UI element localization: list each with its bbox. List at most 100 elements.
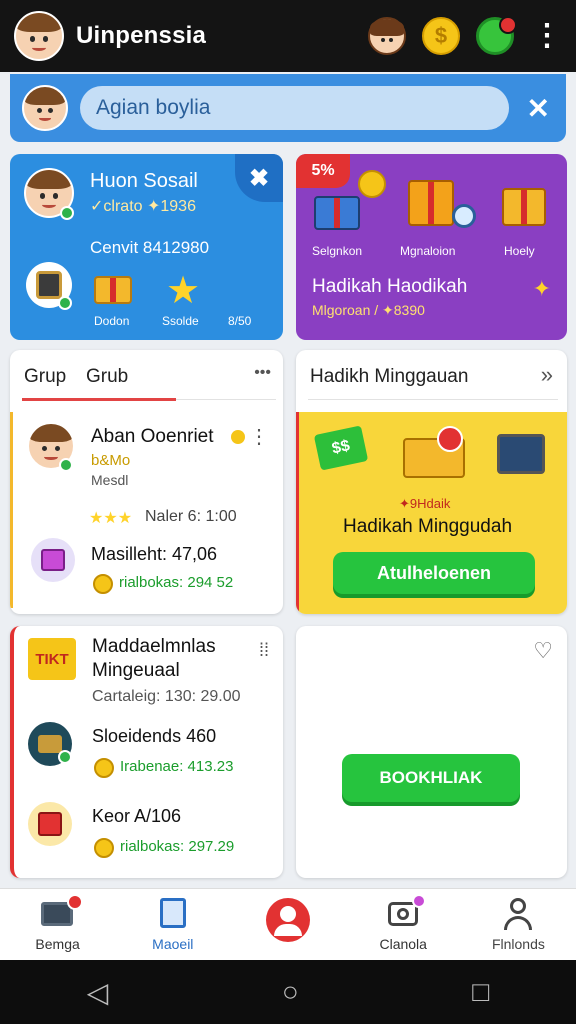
- screen-icon: [497, 434, 545, 474]
- gift-item-1: Selgnkon: [312, 244, 363, 258]
- more-vert-icon[interactable]: ⋮: [532, 21, 562, 51]
- item-title: Masilleht: 47,06: [91, 544, 218, 564]
- drag-handle-icon[interactable]: ⁞⁞: [259, 640, 269, 661]
- nav-label: Maoeil: [152, 936, 194, 952]
- reward2-label: Ssolde: [162, 314, 199, 328]
- notification-badge: [499, 16, 517, 34]
- green-orb-icon[interactable]: [476, 16, 517, 55]
- divider: [176, 399, 276, 400]
- home-icon[interactable]: ○: [282, 976, 299, 1008]
- coin-icon[interactable]: $: [422, 17, 460, 55]
- coin-symbol: $: [434, 23, 448, 48]
- heart-icon[interactable]: ♡: [533, 638, 553, 664]
- discount-ribbon: 5%: [296, 154, 350, 188]
- gift-card[interactable]: 5% Selgnkon Mgnaloion Hoely Hadikah Haod…: [296, 154, 567, 340]
- row2-title: Keor A/106: [92, 806, 182, 826]
- profile-card[interactable]: ✖ Huon Sosail ✓clrato ✦1936 Cenvit 84129…: [10, 154, 283, 340]
- entry-badge: [59, 458, 73, 472]
- nav-label: Flnlonds: [491, 936, 545, 952]
- nav-label: Bemga: [35, 936, 80, 952]
- gift-item-3: Hoely: [504, 244, 535, 258]
- promo-small: ✦9Hdaik: [399, 496, 451, 511]
- entry-sub: Mesdl: [91, 472, 129, 488]
- divider: [308, 399, 558, 400]
- coin-tag-icon: [94, 758, 114, 778]
- list-panel: TIKT Maddaelmnlas Mingeuaal ⁞⁞ Cartaleig…: [10, 626, 283, 878]
- back-icon[interactable]: ◁: [87, 976, 109, 1009]
- tab-grup[interactable]: Grup: [24, 366, 66, 388]
- user-avatar[interactable]: [14, 11, 64, 61]
- booking-panel: ♡ BOOKHLIAK: [296, 626, 567, 878]
- list-title-1: Maddaelmnlas: [92, 636, 216, 657]
- gift-sub: Mlgoroan / ✦8390: [312, 302, 425, 318]
- more-icon[interactable]: •••: [254, 364, 271, 382]
- camera-icon: [386, 894, 427, 930]
- nav-item-bemga[interactable]: Bemga: [0, 889, 115, 960]
- entry-menu-icon[interactable]: ⋮: [249, 424, 269, 449]
- app-title: Uinpenssia: [76, 22, 207, 49]
- search-input[interactable]: Agian boylia: [80, 86, 509, 130]
- row1-value: Irabenae: 413.23: [120, 758, 234, 775]
- item-badge: [58, 750, 72, 764]
- group-panel: Grup Grub ••• Aban Ooenriet ⋮ b&Mo Mesdl…: [10, 350, 283, 614]
- sale-tag-icon: TIKT: [28, 638, 76, 680]
- entry-tag: b&Mo: [91, 452, 131, 469]
- gift-item-2: Mgnaloion: [400, 244, 456, 258]
- arrow-right-icon[interactable]: »: [541, 362, 553, 388]
- weekly-panel: Hadikh Minggauan » $$ ✦9Hdaik Hadikah Mi…: [296, 350, 567, 614]
- list-sub: Cartaleig: 130: 29.00: [92, 688, 241, 705]
- row1-title: Sloeidends 460: [92, 726, 217, 746]
- profile-icon: [266, 898, 310, 942]
- profile-count: Cenvit 8412980: [90, 238, 210, 257]
- star-icon: ★: [166, 270, 201, 312]
- item-value: rialbokas: 294 52: [119, 574, 234, 591]
- rating-text: Naler 6: 1:00: [145, 508, 237, 525]
- clock-icon: [452, 204, 476, 228]
- nav-item-profile[interactable]: [230, 889, 345, 960]
- top-app-bar: Uinpenssia $ ⋮: [0, 0, 576, 72]
- nav-item-flnlonds[interactable]: Flnlonds: [461, 889, 576, 960]
- document-icon: [156, 896, 190, 930]
- promo-title: Hadikah Minggudah: [343, 516, 513, 537]
- recents-icon[interactable]: □: [472, 976, 489, 1008]
- coin-icon: [358, 170, 386, 198]
- system-nav-bar: ◁ ○ □: [0, 960, 576, 1024]
- coin-small-icon: [231, 430, 245, 444]
- treasure-icon: [94, 276, 132, 304]
- entry-name: Aban Ooenriet: [91, 426, 214, 447]
- list-title-2: Mingeuaal: [92, 660, 180, 681]
- weekly-title: Hadikh Minggauan: [310, 366, 469, 387]
- list-item[interactable]: Sloeidends 460 Irabenae: 413.23: [14, 718, 283, 788]
- search-avatar: [22, 85, 68, 131]
- nav-item-clanola[interactable]: Clanola: [346, 889, 461, 960]
- profile-sub: ✓clrato ✦1936: [90, 198, 196, 215]
- gift-title: Hadikah Haodikah: [312, 276, 468, 297]
- search-banner: Agian boylia ✕: [10, 74, 566, 142]
- nav-label: Clanola: [379, 936, 427, 952]
- profile-name: Huon Sosail: [90, 170, 198, 192]
- gift-box-icon: [408, 180, 454, 226]
- row2-value: rialbokas: 297.29: [120, 838, 235, 855]
- claim-button[interactable]: Atulheloenen: [333, 552, 535, 594]
- tab-underline: [22, 398, 176, 401]
- pin-icon[interactable]: ✖: [235, 154, 283, 202]
- coin-tag-icon: [94, 838, 114, 858]
- rating-stars: ★★★: [89, 510, 133, 527]
- book-button[interactable]: BOOKHLIAK: [342, 754, 520, 802]
- close-icon[interactable]: ✕: [527, 92, 550, 125]
- profile-girl-icon[interactable]: [368, 17, 406, 55]
- tab-grub[interactable]: Grub: [86, 366, 128, 388]
- reward3-label: 8/50: [228, 314, 252, 328]
- weekly-promo[interactable]: $$ ✦9Hdaik Hadikah Minggudah Atulheloene…: [296, 412, 567, 614]
- chest-icon: [314, 196, 360, 230]
- gift-box-icon-2: [502, 188, 546, 226]
- online-badge: [60, 206, 74, 220]
- bottom-nav: Bemga Maoeil Clanola Flnlonds: [0, 888, 576, 960]
- cash-icon: $$: [313, 425, 369, 471]
- tv-icon: [40, 894, 83, 930]
- nav-item-maoeil[interactable]: Maoeil: [115, 889, 230, 960]
- gift-pink-icon: [31, 538, 75, 582]
- user-entry[interactable]: Aban Ooenriet ⋮ b&Mo Mesdl ★★★ Naler 6: …: [10, 412, 283, 608]
- list-item[interactable]: Keor A/106 rialbokas: 297.29: [14, 798, 283, 868]
- reward1-label: Dodon: [94, 314, 130, 328]
